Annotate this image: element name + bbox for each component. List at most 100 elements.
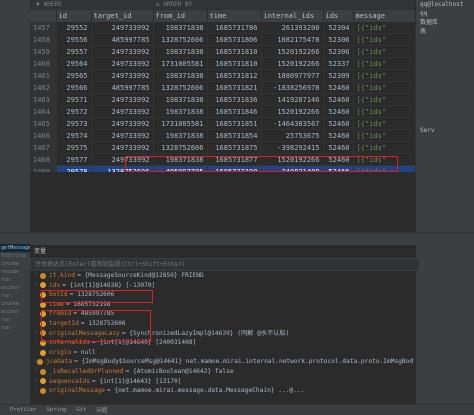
db-tree-item[interactable]: qq <box>416 9 474 18</box>
table-cell-from-id[interactable]: 1328752606 <box>153 141 208 154</box>
table-cell-rn[interactable]: 1459 <box>30 45 57 58</box>
stack-frame[interactable]: run <box>0 276 30 284</box>
column-header[interactable]: time <box>207 10 262 22</box>
table-cell-time[interactable]: 1685731854 <box>207 129 262 142</box>
table-cell-id[interactable]: 29572 <box>56 105 92 118</box>
table-cell-target-id[interactable]: 249733992 <box>91 129 154 142</box>
table-cell-rn[interactable]: 1466 <box>30 129 57 142</box>
variable-row[interactable]: › it.kind = {MessageSourceKind@12850} FRIE… <box>30 271 414 281</box>
table-cell-internal-ids[interactable]: -1838256978 <box>261 81 324 94</box>
stack-frame[interactable]: run <box>0 292 30 300</box>
evaluate-expression-input[interactable]: 评估表达式(Enter)或添加监视(Ctrl+Shift+Enter) <box>30 258 420 271</box>
table-cell-rn[interactable]: 1465 <box>30 117 57 130</box>
table-cell-rn[interactable]: 1467 <box>30 141 57 154</box>
table-cell-rn[interactable]: 1457 <box>30 22 57 34</box>
table-cell-message[interactable]: [{"ids" <box>353 93 416 106</box>
table-cell-id[interactable]: 29552 <box>56 22 92 34</box>
table-cell-message[interactable]: [{"ids" <box>353 117 416 130</box>
table-cell-ids[interactable]: 52460 <box>323 93 354 106</box>
stack-frame[interactable]: invoke <box>0 260 30 268</box>
variables-tab[interactable]: 变量 <box>34 246 46 255</box>
sort-icon[interactable]: ≡ <box>156 1 160 8</box>
table-cell-target-id[interactable]: 249733992 <box>91 45 154 58</box>
table-cell-target-id[interactable]: 249733992 <box>91 105 154 118</box>
table-cell-message[interactable]: [{"ids" <box>353 81 416 94</box>
table-cell-ids[interactable]: 52306 <box>323 33 354 46</box>
variable-row[interactable]: › jceData = {ImMsgBody$SourceMsg@14641} ne… <box>30 357 414 367</box>
table-cell-internal-ids[interactable]: 261393200 <box>261 22 324 34</box>
table-cell-from-id[interactable]: 198371838 <box>153 22 208 34</box>
table-cell-from-id[interactable]: 1328752606 <box>153 81 208 94</box>
db-tree-item[interactable]: 表 <box>416 27 474 36</box>
table-cell-message[interactable]: [{"ids" <box>353 45 416 58</box>
variable-row[interactable]: › _isRecalledOrPlanned = {AtomicBoolean@14… <box>30 367 414 377</box>
table-cell-internal-ids[interactable]: -1464383567 <box>261 117 324 130</box>
table-cell-from-id[interactable]: 1731005581 <box>153 57 208 70</box>
table-cell-message[interactable]: [{"ids" <box>353 33 416 46</box>
table-cell-ids[interactable]: 52460 <box>323 141 354 154</box>
table-cell-message[interactable]: [{"ids" <box>353 105 416 118</box>
table-cell-message[interactable]: [{"ids" <box>353 69 416 82</box>
table-cell-time[interactable]: 1685731812 <box>207 69 262 82</box>
stack-frame[interactable]: getMessage <box>0 244 30 252</box>
table-cell-id[interactable]: 29556 <box>56 33 92 46</box>
table-cell-id[interactable]: 29565 <box>56 69 92 82</box>
stack-frame[interactable]: resume <box>0 268 30 276</box>
table-cell-from-id[interactable]: 198371838 <box>153 45 208 58</box>
table-cell-time[interactable]: 1685731786 <box>207 22 262 34</box>
table-row[interactable]: 1461 29565 249733992 198371838 1685731812 188… <box>30 69 416 82</box>
table-cell-message[interactable]: [{"ids" <box>353 141 416 154</box>
table-row[interactable]: 1465 29573 249733992 1731005581 1685731851 -1… <box>30 117 416 130</box>
stack-frame[interactable]: invoke <box>0 300 30 308</box>
table-cell-ids[interactable]: 52306 <box>323 45 354 58</box>
variable-row[interactable]: › ids = {int[1]@14638} [-13070] <box>30 281 414 291</box>
table-cell-id[interactable]: 29566 <box>56 81 92 94</box>
table-cell-target-id[interactable]: 485997785 <box>91 33 154 46</box>
table-row[interactable]: 1466 29574 249733992 198371838 1685731854 257… <box>30 129 416 142</box>
stack-frame[interactable]: access <box>0 284 30 292</box>
table-cell-from-id[interactable]: 1328752606 <box>153 33 208 46</box>
table-row[interactable]: 1457 29552 249733992 198371838 1685731786 261… <box>30 22 416 34</box>
table-cell-internal-ids[interactable]: 1520192266 <box>261 105 324 118</box>
table-cell-from-id[interactable]: 198371838 <box>153 105 208 118</box>
table-cell-time[interactable]: 1685731851 <box>207 117 262 130</box>
table-cell-id[interactable]: 29573 <box>56 117 92 130</box>
table-cell-internal-ids[interactable]: 1082175478 <box>261 33 324 46</box>
table-cell-internal-ids[interactable]: -398292415 <box>261 141 324 154</box>
table-cell-ids[interactable]: 52460 <box>323 129 354 142</box>
table-cell-message[interactable]: [{"ids" <box>353 129 416 142</box>
where-filter[interactable]: WHERE <box>44 1 62 8</box>
table-cell-target-id[interactable]: 249733992 <box>91 69 154 82</box>
table-cell-internal-ids[interactable]: 1520192266 <box>261 45 324 58</box>
stack-frame[interactable]: access <box>0 308 30 316</box>
db-tree-item[interactable]: Serv <box>416 126 474 135</box>
table-cell-time[interactable]: 1685731836 <box>207 93 262 106</box>
table-cell-message[interactable]: [{"ids" <box>353 22 416 34</box>
order-by-filter[interactable]: ORDER BY <box>163 1 192 8</box>
table-cell-from-id[interactable]: 198371838 <box>153 93 208 106</box>
table-cell-time[interactable]: 1685731810 <box>207 45 262 58</box>
table-row[interactable]: 1463 29571 249733992 198371838 1685731836 141… <box>30 93 416 106</box>
table-cell-target-id[interactable]: 249733992 <box>91 57 154 70</box>
table-row[interactable]: 1464 29572 249733992 198371838 1685731846 152… <box>30 105 416 118</box>
table-cell-target-id[interactable]: 249733992 <box>91 22 154 34</box>
spring-tab[interactable]: Spring <box>47 407 67 413</box>
table-cell-from-id[interactable]: 1731005581 <box>153 117 208 130</box>
table-row[interactable]: 1458 29556 485997785 1328752606 1685731806 10… <box>30 33 416 46</box>
db-tree-title[interactable]: qq@localhost <box>416 0 474 9</box>
table-cell-time[interactable]: 1685731846 <box>207 105 262 118</box>
git-tab[interactable]: Git <box>76 407 86 413</box>
table-cell-ids[interactable]: 52337 <box>323 57 354 70</box>
table-cell-target-id[interactable]: 249733992 <box>91 141 154 154</box>
table-cell-ids[interactable]: 52460 <box>323 117 354 130</box>
table-cell-id[interactable]: 29564 <box>56 57 92 70</box>
table-cell-rn[interactable]: 1460 <box>30 57 57 70</box>
table-cell-internal-ids[interactable]: 25753675 <box>261 129 324 142</box>
table-cell-id[interactable]: 29557 <box>56 45 92 58</box>
table-cell-rn[interactable]: 1462 <box>30 81 57 94</box>
stack-frame[interactable]: run <box>0 324 30 332</box>
column-header[interactable]: id <box>56 10 92 22</box>
table-cell-target-id[interactable]: 249733992 <box>91 117 154 130</box>
table-cell-rn[interactable]: 1461 <box>30 69 57 82</box>
variable-row[interactable]: › sequenceIds = {int[1]@14643} [13170] <box>30 377 414 387</box>
